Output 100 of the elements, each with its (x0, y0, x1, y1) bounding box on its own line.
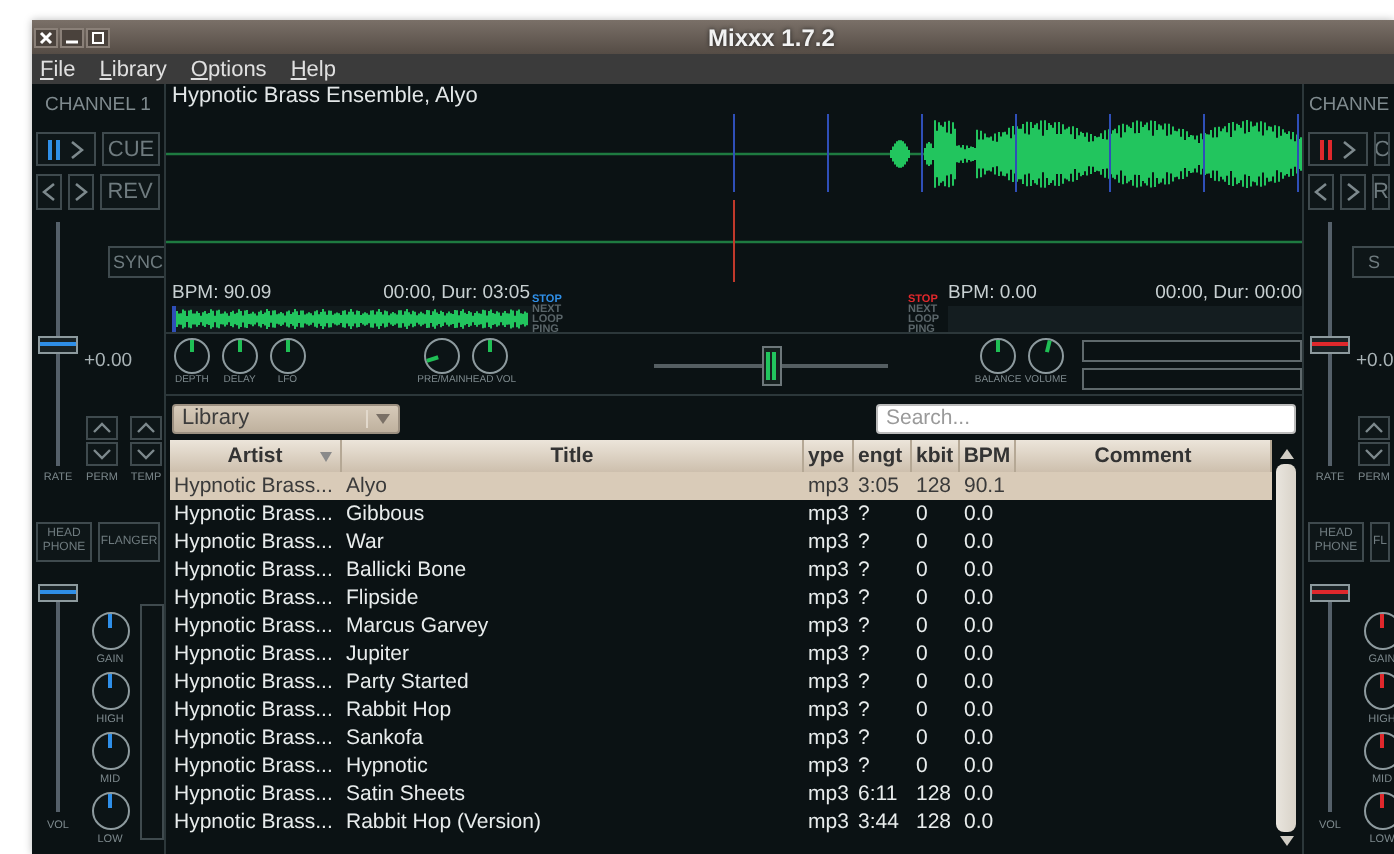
table-cell-text: Hypnotic Brass... (172, 584, 335, 612)
nudge-forward-button[interactable] (1340, 174, 1366, 210)
nudge-forward-button[interactable] (68, 174, 94, 210)
table-row[interactable]: Hypnotic Brass... Jupiter mp3 ? 0 0.0 (170, 640, 1272, 668)
table-cell-text: Hypnotic Brass... (172, 612, 335, 640)
table-row[interactable]: Hypnotic Brass... Rabbit Hop mp3 ? 0 0.0 (170, 696, 1272, 724)
table-row[interactable]: Hypnotic Brass... Gibbous mp3 ? 0 0.0 (170, 500, 1272, 528)
table-cell-text: 0.0 (962, 500, 996, 528)
maximize-icon[interactable] (86, 27, 110, 47)
table-cell-text: mp3 (806, 500, 851, 528)
up-button[interactable] (86, 416, 118, 440)
knob[interactable] (423, 338, 460, 374)
table-cell-text: Hypnotic (344, 752, 430, 780)
cue-button[interactable]: CUE (102, 132, 160, 166)
sync-button[interactable]: S (1352, 246, 1394, 278)
minimize-icon[interactable] (60, 27, 84, 47)
knob[interactable] (91, 672, 129, 710)
scroll-up-icon[interactable] (1279, 448, 1293, 460)
table-row[interactable]: Hypnotic Brass... Rabbit Hop (Version) mp3 3:44 128 0.0 (170, 808, 1272, 836)
knob[interactable] (1363, 792, 1394, 830)
rate-value: +0.00 (82, 350, 133, 372)
menu-item[interactable]: Options (186, 57, 271, 81)
knob[interactable] (1363, 732, 1394, 770)
knob[interactable] (269, 338, 306, 374)
table-row[interactable]: Hypnotic Brass... Flipside mp3 ? 0 0.0 (170, 584, 1272, 612)
table-row[interactable]: Hypnotic Brass... War mp3 ? 0 0.0 (170, 528, 1272, 556)
table-cell-text: Alyo (344, 472, 389, 500)
play-icon (1342, 139, 1356, 159)
scroll-down-icon[interactable] (1279, 836, 1293, 846)
chevron-left-icon (1314, 182, 1328, 202)
fader-handle[interactable] (1310, 335, 1350, 353)
play-pause-button[interactable] (1308, 132, 1368, 166)
knob[interactable] (472, 338, 509, 374)
table-row[interactable]: Hypnotic Brass... Ballicki Bone mp3 ? 0 0.0 (170, 556, 1272, 584)
fader-handle[interactable] (1310, 584, 1350, 602)
channel-label: CHANNE (1308, 92, 1390, 120)
close-icon[interactable] (34, 27, 58, 47)
table-cell-text: 3:05 (856, 472, 901, 500)
nudge-back-button[interactable] (36, 174, 62, 210)
knob[interactable] (91, 792, 129, 830)
table-cell-text: 0.0 (962, 696, 996, 724)
table-cell-text: Hypnotic Brass... (172, 472, 335, 500)
fader-handle[interactable] (38, 584, 78, 602)
table-cell-text: ? (856, 556, 872, 584)
table-cell-text: Hypnotic Brass... (172, 696, 335, 724)
table-cell-text: 0 (914, 696, 930, 724)
reverse-button[interactable]: R (1372, 174, 1390, 210)
table-row[interactable]: Hypnotic Brass... Party Started mp3 ? 0 0.0 (170, 668, 1272, 696)
table-cell-text: 0.0 (962, 584, 996, 612)
table-row[interactable]: Hypnotic Brass... Hypnotic mp3 ? 0 0.0 (170, 752, 1272, 780)
table-row[interactable]: Hypnotic Brass... Sankofa mp3 ? 0 0.0 (170, 724, 1272, 752)
table-cell-text: ? (856, 724, 872, 752)
knob[interactable] (980, 338, 1017, 374)
knob[interactable] (91, 612, 129, 650)
table-cell-text: mp3 (806, 780, 851, 808)
knob[interactable] (221, 338, 258, 374)
knob[interactable] (1027, 338, 1064, 374)
play-pause-button[interactable] (36, 132, 96, 166)
table-cell-text: Sankofa (344, 724, 426, 752)
sync-button[interactable]: SYNC (108, 246, 164, 278)
table-cell-text: ? (856, 696, 872, 724)
up-button[interactable] (130, 416, 162, 440)
bpm-readout: BPM: 90.09 (172, 282, 272, 306)
table-cell-text: Hypnotic Brass... (172, 500, 335, 528)
table-cell-text: 6:11 (856, 780, 900, 808)
table-row[interactable]: Hypnotic Brass... Marcus Garvey mp3 ? 0 0.0 (170, 612, 1272, 640)
search-field[interactable]: Search... (876, 403, 1296, 433)
table-cell-text: 0 (914, 584, 930, 612)
up-button[interactable] (1358, 416, 1390, 440)
table-cell-text: 0.0 (962, 640, 996, 668)
nudge-back-button[interactable] (1308, 174, 1334, 210)
menu-item[interactable]: Library (95, 57, 171, 81)
table-cell-text: Hypnotic Brass... (172, 752, 335, 780)
table-row[interactable]: Hypnotic Brass... Alyo mp3 3:05 128 90.1 (170, 472, 1272, 500)
table-cell-text: Party Started (344, 668, 471, 696)
table-cell-text: 0 (914, 612, 930, 640)
knob[interactable] (1363, 612, 1394, 650)
down-button[interactable] (86, 442, 118, 466)
fader-handle[interactable] (38, 335, 78, 353)
source-dropdown[interactable]: Library (172, 403, 400, 433)
chevron-up-icon (92, 422, 112, 434)
table-cell-text: Gibbous (344, 500, 427, 528)
table-cell-text: mp3 (806, 612, 851, 640)
down-button[interactable] (130, 442, 162, 466)
menu-item[interactable]: Help (286, 57, 340, 81)
scrollbar-thumb[interactable] (1276, 464, 1296, 832)
chevron-right-icon (1346, 182, 1360, 202)
table-cell-text: 0.0 (962, 612, 996, 640)
table-cell-text: Satin Sheets (344, 780, 468, 808)
table-cell-text: 0 (914, 752, 930, 780)
down-button[interactable] (1358, 442, 1390, 466)
table-row[interactable]: Hypnotic Brass... Satin Sheets mp3 6:11 128 0.0 (170, 780, 1272, 808)
reverse-button[interactable]: REV (100, 174, 160, 210)
fader-handle[interactable] (761, 346, 782, 386)
table-cell-text: 0.0 (962, 752, 996, 780)
knob[interactable] (1363, 672, 1394, 710)
knob[interactable] (91, 732, 129, 770)
menu-item[interactable]: File (36, 57, 80, 81)
table-cell-text: 0 (914, 500, 930, 528)
knob[interactable] (173, 338, 210, 374)
